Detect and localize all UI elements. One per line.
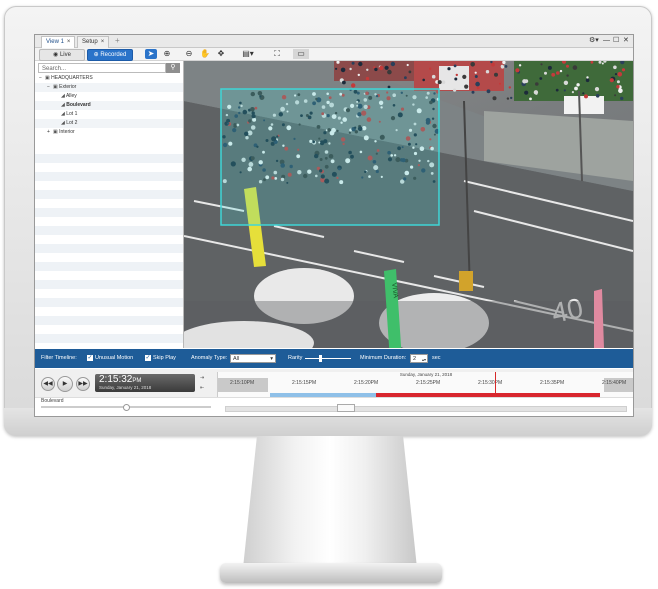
play-icon[interactable]: ▶ xyxy=(57,376,73,392)
unusual-motion-label: Unusual Motion xyxy=(95,355,134,361)
step-back-icon[interactable]: ⇤ xyxy=(200,385,204,391)
tree-item[interactable]: + ▣ Interior xyxy=(35,128,183,137)
rarity-slider-handle[interactable] xyxy=(318,355,322,362)
hand-pan-icon[interactable]: ✋ xyxy=(199,49,211,59)
recorded-button[interactable]: ⊕ Recorded xyxy=(87,49,133,61)
new-tab-button[interactable]: + xyxy=(115,35,120,47)
timeline[interactable]: Sunday, January 21, 2018 2:15:10PM 2:15:1… xyxy=(217,372,633,400)
anomaly-type-label: Anomaly Type: xyxy=(191,355,228,361)
tab-view-1[interactable]: View 1 × xyxy=(41,36,76,48)
overlay-icon[interactable]: ▭ xyxy=(293,49,309,59)
playback-icon: ⊕ xyxy=(93,52,99,58)
anomaly-type-value: All xyxy=(233,356,240,362)
tree-item[interactable]: ◢ Lot 1 xyxy=(35,110,183,119)
tree-item-label: HEADQUARTERS xyxy=(51,75,93,81)
min-duration-label: Minimum Duration: xyxy=(360,355,407,361)
camera-video-view[interactable]: 40 VIVA xyxy=(184,61,633,348)
checkbox-checked-icon[interactable]: ✓ xyxy=(87,354,93,361)
step-forward-icon[interactable]: ⇥ xyxy=(200,375,204,381)
layout-icon[interactable]: ▤▾ xyxy=(239,49,257,59)
timeline-tick-label: 2:15:25PM xyxy=(416,380,441,386)
fullscreen-icon[interactable]: ⛶ xyxy=(271,49,283,59)
timeline-tick-label: 2:15:35PM xyxy=(540,380,565,386)
tab-label: Setup xyxy=(82,39,98,45)
maximize-icon[interactable]: ☐ xyxy=(613,35,619,47)
timeline-scrollbar[interactable] xyxy=(225,406,627,412)
close-icon[interactable]: × xyxy=(101,39,105,45)
timeline-tick-label: 2:15:40PM xyxy=(602,380,627,386)
checkbox-checked-icon[interactable]: ✓ xyxy=(145,354,151,361)
detection-box[interactable] xyxy=(220,88,440,226)
tree-item[interactable]: ◢ Alley xyxy=(35,92,183,101)
timeline-cursor[interactable] xyxy=(495,372,496,400)
tree-empty-rows xyxy=(35,145,183,348)
title-bar: View 1 × Setup × + ⚙▾ — ☐ ✕ xyxy=(35,35,633,48)
zoom-out-icon[interactable]: ⊖ xyxy=(183,49,195,59)
timeline-scroll-thumb[interactable] xyxy=(337,404,355,412)
rewind-icon[interactable]: ◀◀ xyxy=(41,377,55,391)
monitor-frame: View 1 × Setup × + ⚙▾ — ☐ ✕ ◉ Live ⊕ Recor… xyxy=(4,6,652,436)
search-input[interactable]: Search... xyxy=(38,63,166,73)
skip-play-label: Skip Play xyxy=(153,355,176,361)
tree-item-label: Lot 1 xyxy=(66,111,78,117)
anomaly-type-select[interactable]: All ▾ xyxy=(230,354,276,363)
move-icon[interactable]: ✥ xyxy=(215,49,227,59)
tab-label: View 1 xyxy=(46,39,64,45)
chevron-down-icon: ▾ xyxy=(270,356,273,362)
filter-title: Filter Timeline: xyxy=(41,355,77,361)
camera-tree-panel: Search... ⚲ − ▣ HEADQUARTERS − ▣ Exterior ◢ … xyxy=(35,61,184,348)
select-arrow-icon[interactable]: ➤ xyxy=(145,49,157,59)
filter-timeline-bar: Filter Timeline: ✓ Unusual Motion ✓ Skip P… xyxy=(35,349,633,368)
search-icon[interactable]: ⚲ xyxy=(166,63,180,73)
app-window: View 1 × Setup × + ⚙▾ — ☐ ✕ ◉ Live ⊕ Recor… xyxy=(34,34,634,417)
timeline-tick-label: 2:15:30PM xyxy=(478,380,503,386)
min-duration-value: 2 xyxy=(413,356,417,362)
close-icon[interactable]: × xyxy=(67,39,71,45)
recorded-label: Recorded xyxy=(100,52,127,58)
tree-item-label: Exterior xyxy=(59,84,77,90)
close-window-icon[interactable]: ✕ xyxy=(623,35,629,47)
bottom-bar: Boulevard xyxy=(35,397,633,416)
toolbar: ◉ Live ⊕ Recorded ➤ ⊕ ⊖ ✋ ✥ ▤▾ ⛶ ▭ xyxy=(35,48,633,61)
timeline-tick-label: 2:15:10PM xyxy=(230,380,255,386)
tree-item-label: Interior xyxy=(59,129,75,135)
min-duration-unit: sec xyxy=(432,355,441,361)
live-button[interactable]: ◉ Live xyxy=(39,49,85,61)
skip-play-toggle[interactable]: ✓ Skip Play xyxy=(145,349,176,368)
current-time-ampm: PM xyxy=(132,378,142,384)
settings-icon[interactable]: ⚙▾ xyxy=(589,35,599,47)
tree-item-label: Alley xyxy=(65,93,77,99)
eye-icon: ◉ xyxy=(53,52,59,58)
tree-item-label: Lot 2 xyxy=(66,120,78,126)
monitor-stand xyxy=(243,436,417,568)
min-duration-stepper[interactable]: 2 ▴▾ xyxy=(410,354,428,363)
current-date: Sunday, January 21, 2018 xyxy=(99,385,152,390)
camera-label: Boulevard xyxy=(41,398,64,404)
stepper-arrows-icon: ▴▾ xyxy=(421,357,426,362)
monitor-base xyxy=(220,563,442,583)
timeline-tick-label: 2:15:20PM xyxy=(354,380,379,386)
zoom-handle[interactable] xyxy=(123,404,130,411)
timeline-date: Sunday, January 21, 2018 xyxy=(399,372,453,377)
tree-item[interactable]: ◢ Lot 2 xyxy=(35,119,183,128)
rarity-slider[interactable] xyxy=(305,358,351,359)
tree-item[interactable]: − ▣ HEADQUARTERS xyxy=(35,74,183,83)
current-time: 2:15:32 xyxy=(99,374,133,385)
live-label: Live xyxy=(59,52,71,58)
zoom-in-icon[interactable]: ⊕ xyxy=(161,49,173,59)
tab-setup[interactable]: Setup × xyxy=(77,36,110,48)
tree-item[interactable]: ◢ Boulevard xyxy=(35,101,183,110)
rarity-label: Rarity xyxy=(288,355,303,361)
timeline-tick-label: 2:15:15PM xyxy=(292,380,317,386)
video-frame: 40 VIVA xyxy=(184,61,633,348)
minimize-icon[interactable]: — xyxy=(603,35,610,47)
fast-forward-icon[interactable]: ▶▶ xyxy=(76,377,90,391)
tree-item[interactable]: − ▣ Exterior xyxy=(35,83,183,92)
time-display[interactable]: 2:15:32PM Sunday, January 21, 2018 xyxy=(95,374,195,392)
unusual-motion-toggle[interactable]: ✓ Unusual Motion xyxy=(87,349,133,368)
tree-item-label: Boulevard xyxy=(66,102,91,108)
